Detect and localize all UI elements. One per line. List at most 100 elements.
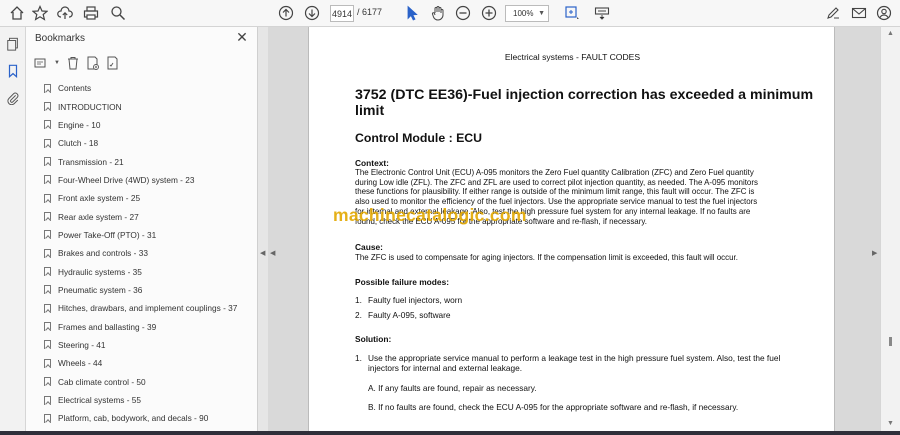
bookmarks-panel: Bookmarks ✕ ▼ Contents INTRODUCTION Engi… [26,27,277,435]
new-bookmark-icon[interactable] [86,56,100,70]
collapse-panel-icon[interactable]: ◀ [260,249,265,257]
bookmark-label: Platform, cab, bodywork, and decals - 90 [58,413,209,424]
print-icon[interactable] [80,3,102,23]
bookmark-label: Rear axle system - 27 [58,211,139,222]
bookmark-item[interactable]: Power Take-Off (PTO) - 31 [38,226,246,244]
scroll-up-icon[interactable]: ▲ [887,30,894,37]
bookmark-label: Hydraulic systems - 35 [58,266,142,277]
control-module-heading: Control Module : ECU [355,131,483,145]
bookmark-icon [44,102,51,112]
email-icon[interactable] [848,3,870,23]
bookmark-item[interactable]: Clutch - 18 [38,134,246,152]
close-icon[interactable]: ✕ [234,29,250,45]
bookmark-item[interactable]: Hydraulic systems - 35 [38,262,246,280]
bookmark-icon [44,340,51,350]
list-text: Use the appropriate service manual to pe… [368,353,815,373]
bookmark-icon [44,358,51,368]
find-bookmark-icon[interactable] [106,56,120,70]
bookmark-list: Contents INTRODUCTION Engine - 10 Clutch… [38,79,246,428]
account-icon[interactable] [873,3,895,23]
chevron-down-icon[interactable]: ▼ [54,56,60,70]
taskbar-edge [0,431,900,435]
scroll-down-icon[interactable]: ▼ [887,420,894,427]
search-icon[interactable] [107,3,129,23]
chevron-down-icon: ▼ [538,10,545,17]
bookmark-options-icon[interactable] [34,56,48,70]
bookmark-label: Engine - 10 [58,119,101,130]
context-line: The Electronic Control Unit (ECU) A-095 … [355,168,754,177]
bookmark-icon [44,230,51,240]
bookmark-item[interactable]: Rear axle system - 27 [38,207,246,225]
bookmark-icon [44,395,51,405]
bookmark-icon [44,193,51,203]
keyboard-icon[interactable] [591,3,613,23]
bookmark-item[interactable]: Cab climate control - 50 [38,373,246,391]
bookmark-icon [44,303,51,313]
zoom-in-icon[interactable] [478,3,500,23]
bookmark-item[interactable]: Frames and ballasting - 39 [38,317,246,335]
hand-tool-icon[interactable] [427,3,449,23]
bookmark-item[interactable]: Brakes and controls - 33 [38,244,246,262]
list-number: 1. [355,353,362,363]
cause-heading: Cause: [355,242,383,252]
delete-icon[interactable] [66,56,80,70]
bookmark-item[interactable]: Front axle system - 25 [38,189,246,207]
next-page-icon[interactable] [301,3,323,23]
solution-sub-a: A. If any faults are found, repair as ne… [368,383,537,393]
bookmark-label: Electrical systems - 55 [58,395,141,406]
attachment-icon[interactable] [4,89,22,107]
bookmark-label: Transmission - 21 [58,156,124,167]
bookmark-item[interactable]: Wheels - 44 [38,354,246,372]
bookmark-label: Cab climate control - 50 [58,376,146,387]
fit-page-icon[interactable] [561,3,583,23]
select-cursor-icon[interactable] [401,3,423,23]
bookmark-item[interactable]: Pneumatic system - 36 [38,281,246,299]
cloud-upload-icon[interactable] [54,3,76,23]
zoom-select[interactable]: 100% ▼ [505,5,549,22]
bookmark-item[interactable]: Steering - 41 [38,336,246,354]
bookmark-item[interactable]: Contents [38,79,246,97]
bookmark-icon [44,83,51,93]
page-thumbnails-icon[interactable] [4,35,22,53]
bookmark-label: Hitches, drawbars, and implement couplin… [58,303,238,314]
bookmark-icon [44,157,51,167]
bookmark-label: INTRODUCTION [58,101,122,112]
bookmark-item[interactable]: Transmission - 21 [38,152,246,170]
collapse-left-icon[interactable]: ◀ [270,249,275,257]
bookmark-icon [44,175,51,185]
solution-line: injectors for internal and external leak… [368,363,523,373]
bookmark-item[interactable]: INTRODUCTION [38,97,246,115]
bookmark-item[interactable]: Engine - 10 [38,116,246,134]
bookmark-label: Brakes and controls - 33 [58,248,148,259]
fault-title: 3752 (DTC EE36)-Fuel injection correctio… [355,87,814,119]
bookmark-item[interactable]: Four-Wheel Drive (4WD) system - 23 [38,171,246,189]
bookmark-icon [44,413,51,423]
document-scrollbar[interactable]: ▲ ▼ [880,27,900,435]
bookmark-item[interactable]: Electrical systems - 55 [38,391,246,409]
bookmark-icon [44,138,51,148]
bookmark-item[interactable]: Hitches, drawbars, and implement couplin… [38,299,246,317]
solution-line: Use the appropriate service manual to pe… [368,353,781,363]
navigation-rail [0,27,26,435]
home-icon[interactable] [6,3,28,23]
solution-sub-b: B. If no faults are found, check the ECU… [368,402,739,412]
bookmark-label: Clutch - 18 [58,138,99,149]
sign-pen-icon[interactable] [822,3,844,23]
bookmark-label: Power Take-Off (PTO) - 31 [58,229,157,240]
bookmark-label: Contents [58,83,92,94]
list-text: Faulty fuel injectors, worn [368,295,463,305]
context-line: during Low idle (ZFL). The ZFC and ZFL a… [355,177,758,187]
bookmark-label: Pneumatic system - 36 [58,284,143,295]
previous-page-icon[interactable] [275,3,297,23]
page-number-input[interactable]: 4914 [330,5,354,22]
bookmark-label: Four-Wheel Drive (4WD) system - 23 [58,174,195,185]
star-icon[interactable] [29,3,51,23]
zoom-out-icon[interactable] [452,3,474,23]
main-toolbar: 4914 / 6177 100% ▼ [0,0,900,27]
list-text: Faulty A-095, software [368,310,451,320]
expand-right-icon[interactable]: ▶ [872,249,877,257]
scroll-thumb[interactable] [889,337,892,346]
bookmark-item[interactable]: Platform, cab, bodywork, and decals - 90 [38,409,246,427]
list-number: 1. [355,295,362,305]
bookmark-panel-icon[interactable] [4,62,22,80]
